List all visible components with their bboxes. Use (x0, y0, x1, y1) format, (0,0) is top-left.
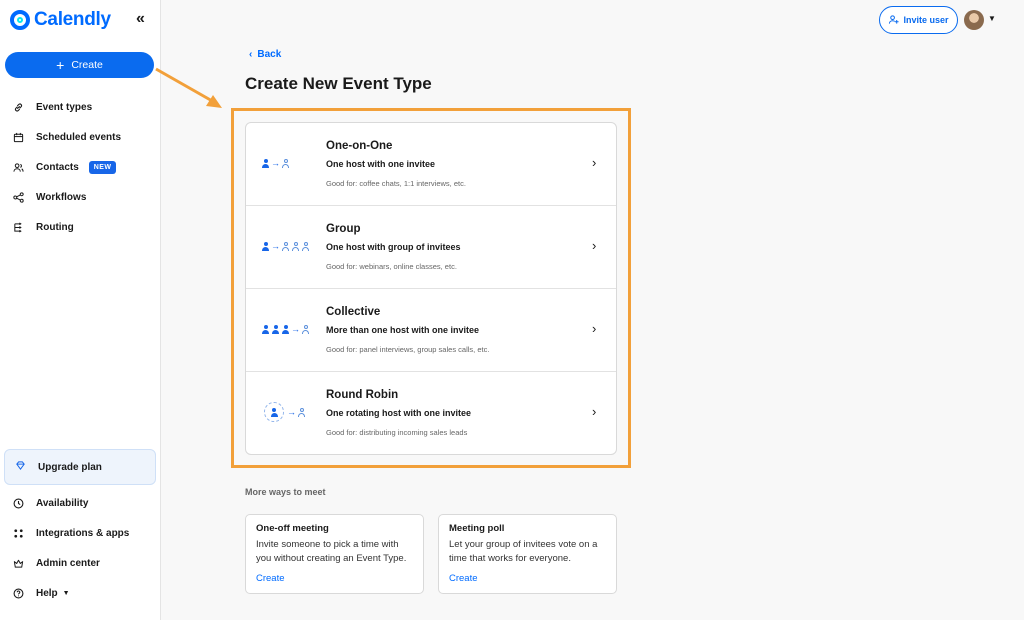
sidebar-item-label: Admin center (36, 557, 100, 569)
round-robin-icon: → (264, 402, 305, 422)
sidebar-item-integrations[interactable]: Integrations & apps (0, 518, 160, 548)
event-type-title: Collective (326, 306, 381, 318)
back-link[interactable]: ‹ Back (249, 49, 281, 60)
event-type-subtitle: One host with one invitee (326, 159, 436, 169)
chevron-down-icon[interactable]: ▼ (988, 14, 996, 23)
create-link[interactable]: Create (256, 573, 285, 584)
card-description: Invite someone to pick a time with you w… (256, 539, 407, 564)
page-title: Create New Event Type (245, 74, 432, 93)
calendar-icon (12, 131, 24, 143)
event-type-good-for: Good for: panel interviews, group sales … (326, 345, 490, 354)
sidebar-item-label: Integrations & apps (36, 527, 130, 539)
sidebar-item-label: Help (36, 587, 58, 599)
sidebar-item-label: Contacts (36, 161, 79, 173)
collapse-sidebar-icon[interactable]: « (136, 10, 145, 28)
chevron-right-icon: › (592, 404, 597, 419)
chevron-left-icon: ‹ (249, 49, 253, 60)
add-user-icon (888, 14, 900, 27)
event-type-subtitle: More than one host with one invitee (326, 325, 480, 335)
invite-user-button[interactable]: Invite user (879, 6, 958, 34)
new-badge: NEW (88, 160, 117, 174)
group-icon: → (262, 238, 309, 254)
event-type-good-for: Good for: coffee chats, 1:1 interviews, … (326, 179, 466, 188)
sidebar-item-label: Workflows (36, 191, 87, 203)
sidebar-item-scheduled-events[interactable]: Scheduled events (0, 122, 160, 152)
meeting-poll-card[interactable]: Meeting poll Let your group of invitees … (438, 514, 617, 594)
upgrade-plan-label: Upgrade plan (38, 461, 102, 473)
calendly-logo-icon (10, 10, 30, 30)
contacts-icon (12, 161, 24, 173)
create-link[interactable]: Create (449, 573, 478, 584)
collective-icon: → (262, 321, 309, 337)
invite-user-label: Invite user (903, 15, 949, 25)
chevron-right-icon: › (592, 238, 597, 253)
sidebar-item-label: Scheduled events (36, 131, 122, 143)
sidebar-item-routing[interactable]: Routing (0, 212, 160, 242)
upgrade-plan-button[interactable]: Upgrade plan (4, 449, 156, 485)
sidebar-item-label: Availability (36, 497, 89, 509)
crown-icon (12, 557, 24, 569)
routing-icon (12, 221, 24, 233)
sidebar-item-label: Routing (36, 221, 74, 233)
event-type-list: → One-on-One One host with one invitee G… (245, 122, 617, 455)
create-button-label: Create (71, 59, 103, 71)
sidebar-item-label: Event types (36, 101, 93, 113)
sidebar-item-workflows[interactable]: Workflows (0, 182, 160, 212)
event-type-group[interactable]: → Group One host with group of invitees … (246, 206, 616, 289)
chevron-down-icon: ▼ (62, 589, 70, 597)
grid-icon (12, 527, 24, 539)
more-ways-heading: More ways to meet (245, 487, 326, 497)
sidebar-item-help[interactable]: Help ▼ (0, 578, 160, 608)
one-on-one-icon: → (262, 155, 289, 171)
link-icon (12, 101, 24, 113)
one-off-meeting-card[interactable]: One-off meeting Invite someone to pick a… (245, 514, 424, 594)
event-type-title: Round Robin (326, 389, 399, 401)
main-nav: Event types Scheduled events Contacts NE… (0, 92, 160, 242)
event-type-title: One-on-One (326, 140, 393, 152)
sidebar-item-availability[interactable]: Availability (0, 488, 160, 518)
diamond-icon (15, 460, 26, 474)
sidebar: Calendly « + Create Event types Schedule… (0, 0, 161, 620)
event-type-subtitle: One rotating host with one invitee (326, 408, 472, 418)
event-type-round-robin[interactable]: → Round Robin One rotating host with one… (246, 372, 616, 454)
calendly-logo[interactable]: Calendly (10, 9, 111, 31)
event-type-good-for: Good for: webinars, online classes, etc. (326, 262, 457, 271)
clock-icon (12, 497, 24, 509)
chevron-right-icon: › (592, 321, 597, 336)
sidebar-item-contacts[interactable]: Contacts NEW (0, 152, 160, 182)
card-title: One-off meeting (256, 523, 329, 534)
event-type-subtitle: One host with group of invitees (326, 242, 461, 252)
card-description: Let your group of invitees vote on a tim… (449, 539, 598, 564)
card-title: Meeting poll (449, 523, 505, 534)
help-icon (12, 587, 24, 599)
avatar[interactable] (964, 10, 984, 30)
sidebar-item-admin-center[interactable]: Admin center (0, 548, 160, 578)
event-type-collective[interactable]: → Collective More than one host with one… (246, 289, 616, 372)
bottom-nav: Availability Integrations & apps Admin c… (0, 488, 160, 608)
workflow-icon (12, 191, 24, 203)
chevron-right-icon: › (592, 155, 597, 170)
plus-icon: + (56, 57, 65, 73)
create-button[interactable]: + Create (5, 52, 154, 78)
sidebar-item-event-types[interactable]: Event types (0, 92, 160, 122)
event-type-one-on-one[interactable]: → One-on-One One host with one invitee G… (246, 123, 616, 206)
logo-text: Calendly (34, 9, 111, 30)
event-type-good-for: Good for: distributing incoming sales le… (326, 428, 468, 437)
back-label: Back (257, 49, 282, 60)
event-type-title: Group (326, 223, 361, 235)
